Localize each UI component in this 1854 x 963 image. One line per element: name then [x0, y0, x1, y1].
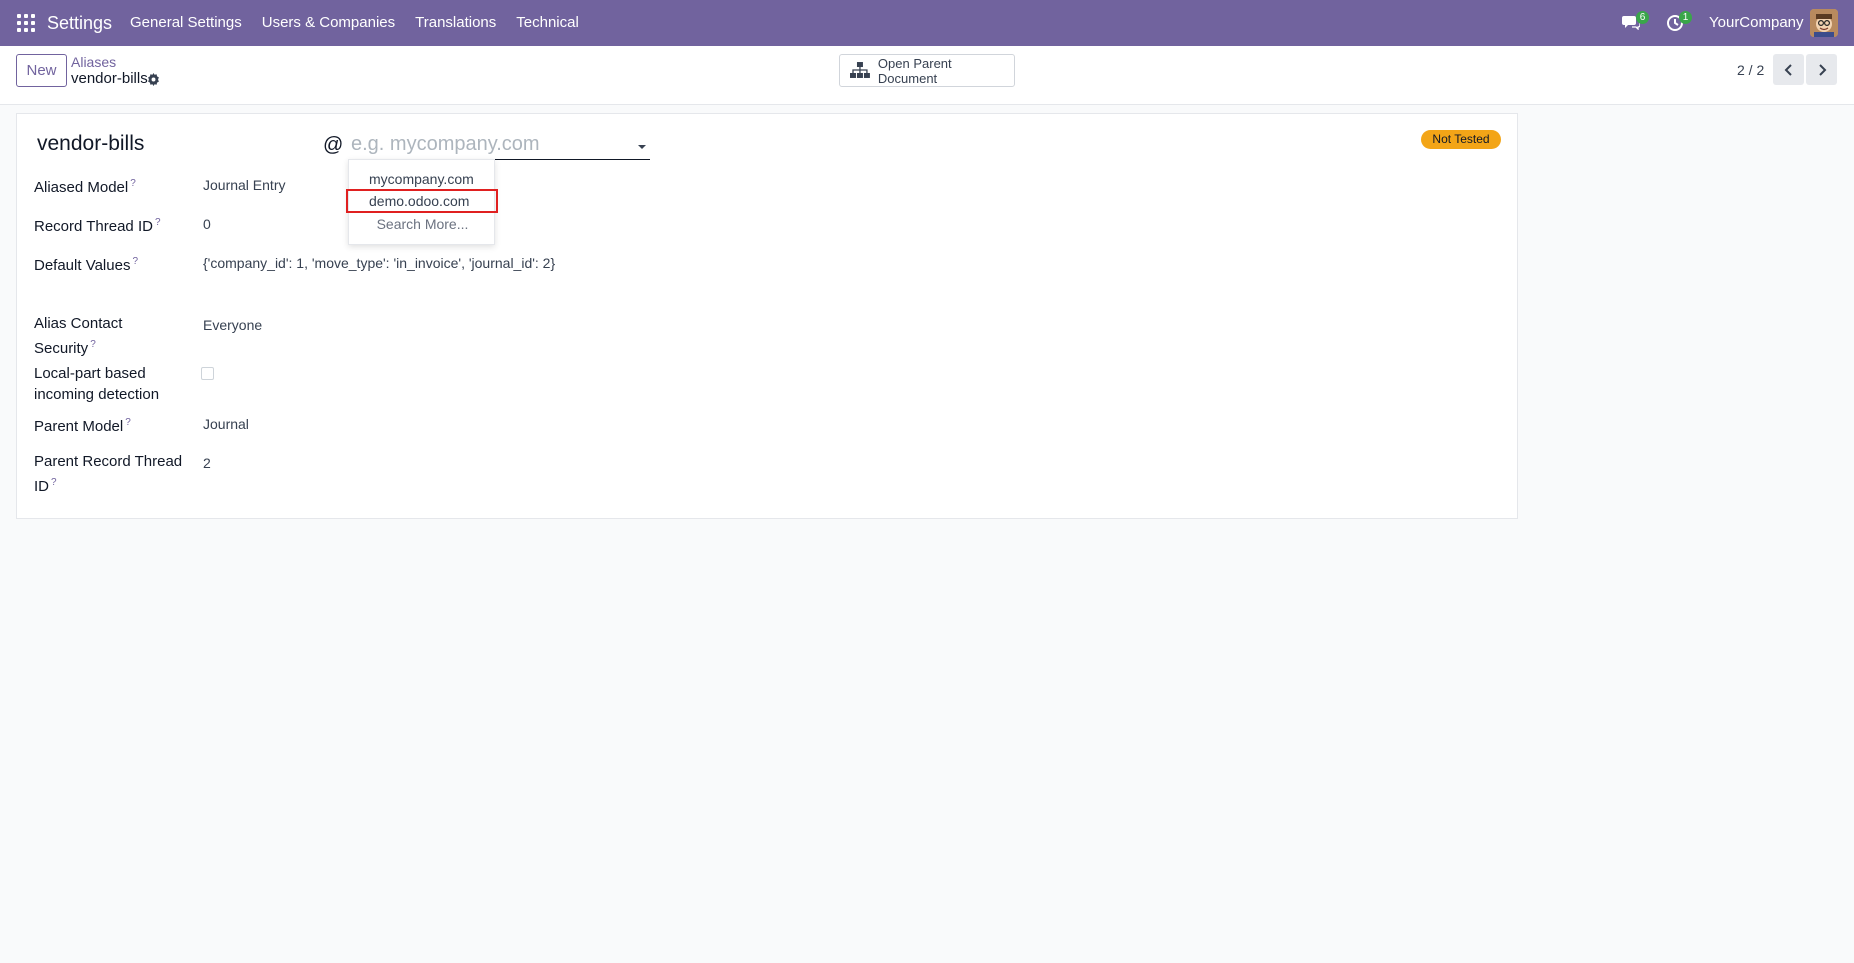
parent-record-thread-id-label: Parent Record Thread ID?: [34, 453, 183, 495]
top-navbar: Settings General Settings Users & Compan…: [0, 0, 1854, 46]
breadcrumb-current-record: vendor-bills: [71, 70, 148, 87]
dropdown-search-more[interactable]: Search More...: [349, 213, 496, 235]
record-thread-id-value[interactable]: 0: [203, 216, 211, 232]
gear-icon[interactable]: [147, 73, 160, 86]
local-part-detection-checkbox[interactable]: [201, 367, 214, 380]
open-parent-document-label: Open Parent Document: [877, 55, 952, 86]
alias-contact-security-value[interactable]: Everyone: [203, 317, 262, 333]
default-values-value[interactable]: {'company_id': 1, 'move_type': 'in_invoi…: [203, 255, 555, 271]
help-tooltip-icon[interactable]: ?: [51, 477, 57, 488]
pager-next-button[interactable]: [1806, 54, 1837, 85]
menu-general-settings[interactable]: General Settings: [130, 14, 242, 31]
menu-technical[interactable]: Technical: [516, 14, 579, 31]
help-tooltip-icon[interactable]: ?: [155, 217, 161, 228]
main-menu: General Settings Users & Companies Trans…: [130, 14, 599, 31]
messages-badge: 6: [1636, 11, 1649, 24]
parent-model-value[interactable]: Journal: [203, 416, 249, 432]
alias-contact-security-label: Alias Contact Security?: [34, 315, 123, 357]
local-part-detection-label: Local-part based incoming detection: [34, 365, 160, 403]
at-sign: @: [323, 134, 344, 156]
parent-model-label: Parent Model?: [34, 417, 131, 435]
domain-dropdown-menu: mycompany.com demo.odoo.com Search More.…: [346, 159, 498, 245]
aliased-model-label: Aliased Model?: [34, 178, 136, 196]
dropdown-caret-icon[interactable]: [638, 145, 646, 149]
default-values-label: Default Values?: [34, 256, 139, 274]
status-badge: Not Tested: [1421, 130, 1501, 149]
new-button[interactable]: New: [16, 54, 67, 87]
dropdown-option-mycompany[interactable]: mycompany.com: [349, 168, 496, 190]
company-switcher[interactable]: YourCompany: [1709, 14, 1804, 31]
menu-translations[interactable]: Translations: [415, 14, 496, 31]
aliased-model-value[interactable]: Journal Entry: [203, 177, 285, 193]
apps-grid-icon[interactable]: [17, 14, 35, 32]
help-tooltip-icon[interactable]: ?: [90, 339, 96, 350]
activities-badge: 1: [1679, 11, 1692, 24]
record-thread-id-label: Record Thread ID?: [34, 217, 161, 235]
breadcrumb-aliases[interactable]: Aliases: [71, 54, 116, 70]
sitemap-icon: [850, 62, 870, 78]
pager-value[interactable]: 2 / 2: [1737, 62, 1764, 78]
alias-name-field[interactable]: vendor-bills: [37, 132, 144, 156]
alias-domain-input[interactable]: [348, 130, 650, 160]
parent-record-thread-id-value[interactable]: 2: [203, 455, 211, 471]
chevron-left-icon: [1784, 63, 1792, 76]
app-title[interactable]: Settings: [47, 13, 112, 34]
user-avatar[interactable]: [1810, 9, 1838, 37]
open-parent-document-button[interactable]: Open Parent Document: [839, 54, 1015, 87]
help-tooltip-icon[interactable]: ?: [130, 178, 136, 189]
pager-previous-button[interactable]: [1773, 54, 1804, 85]
chevron-right-icon: [1818, 63, 1826, 76]
menu-users-companies[interactable]: Users & Companies: [262, 14, 395, 31]
form-sheet: vendor-bills @ Not Tested Aliased Model?…: [16, 113, 1518, 519]
user-avatar-icon: [1810, 9, 1838, 37]
help-tooltip-icon[interactable]: ?: [132, 256, 138, 267]
control-panel: New Aliases vendor-bills Open Parent Doc…: [0, 46, 1854, 105]
help-tooltip-icon[interactable]: ?: [125, 417, 131, 428]
dropdown-option-demo-odoo[interactable]: demo.odoo.com: [346, 189, 498, 213]
